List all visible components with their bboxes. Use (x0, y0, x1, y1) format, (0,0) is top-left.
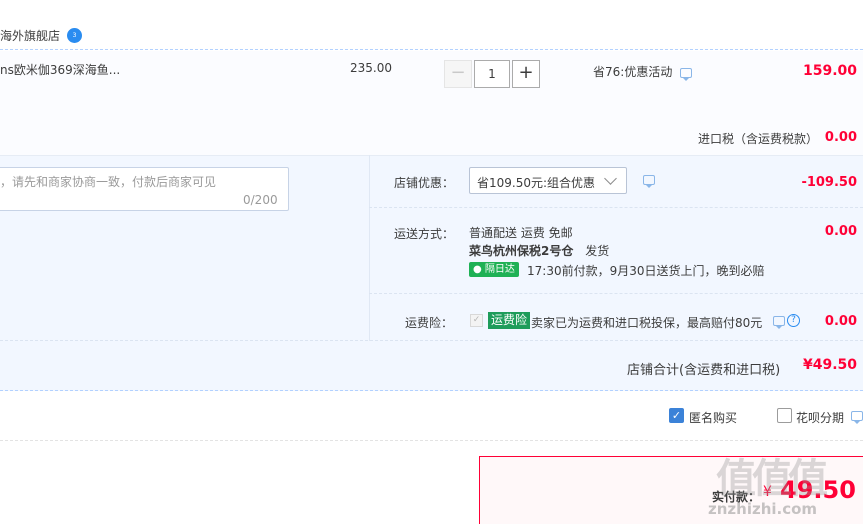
anonymous-purchase-checkbox[interactable]: ✓ (669, 408, 684, 423)
insurance-chat-icon[interactable] (773, 316, 785, 329)
shipping-insurance-badge: 运费险 (488, 312, 531, 329)
huabei-installment-label[interactable]: 花呗分期 (796, 409, 844, 426)
store-total-value: ¥49.50 (802, 357, 857, 373)
wangwang-icon[interactable]: 3 (67, 28, 82, 43)
shop-discount-value: -109.50 (801, 175, 857, 190)
quantity-input[interactable]: 1 (474, 60, 510, 88)
divider (0, 340, 863, 341)
divider (369, 293, 863, 294)
store-name-link[interactable]: 海外旗舰店 (0, 27, 60, 44)
shipping-insurance-label: 运费险： (405, 316, 454, 330)
discount-chat-icon[interactable] (643, 175, 655, 188)
next-day-badge-label: 隔日达 (484, 264, 515, 275)
shop-discount-label: 店铺优惠： (394, 176, 455, 190)
quantity-decrease-button[interactable]: − (444, 60, 472, 88)
anonymous-purchase-label[interactable]: 匿名购买 (689, 409, 737, 426)
shipping-method-text: 普通配送 运费 免邮 (469, 226, 573, 240)
clock-icon: ● (473, 264, 482, 275)
shipping-delivery-promise: 17:30前付款，9月30日送货上门，晚到必赔 (527, 264, 765, 278)
watermark-url: znzhizhi.com (708, 500, 818, 518)
item-promo-text: 省76:优惠活动 (593, 65, 673, 79)
shipping-warehouse-line: 菜鸟杭州保税2号仓 发货 (469, 242, 609, 259)
next-day-badge: ● 隔日达 (469, 262, 519, 277)
shop-discount-selected: 省109.50元:组合优惠 (477, 176, 596, 190)
huabei-installment-checkbox[interactable] (777, 408, 792, 423)
import-tax-label: 进口税（含运费税款） (698, 132, 819, 146)
buyer-message-counter: 0/200 (243, 193, 278, 207)
shipping-method-label: 运送方式： (394, 227, 455, 241)
promo-chat-icon[interactable] (680, 68, 692, 81)
store-header (0, 0, 863, 50)
shipping-warehouse: 菜鸟杭州保税2号仓 (469, 244, 574, 258)
shipping-dispatch: 发货 (585, 244, 610, 258)
store-total-label: 店铺合计(含运费和进口税) (627, 363, 781, 378)
quantity-increase-button[interactable]: + (512, 60, 540, 88)
item-title-link[interactable]: ns欧米伽369深海鱼... (0, 61, 120, 78)
divider (369, 207, 863, 208)
shipping-insurance-value: 0.00 (824, 314, 857, 329)
item-unit-price: 235.00 (350, 61, 392, 75)
shipping-fee-value: 0.00 (824, 224, 857, 239)
help-icon[interactable]: ? (787, 314, 800, 327)
divider (0, 440, 863, 441)
shipping-insurance-checkbox[interactable]: ✓ (470, 314, 483, 327)
import-tax-value: 0.00 (824, 130, 857, 145)
item-total-price: 159.00 (802, 63, 857, 79)
huabei-chat-icon[interactable] (851, 411, 863, 424)
shipping-insurance-text: 卖家已为运费和进口税投保，最高赔付80元 (531, 316, 763, 330)
watermark-logo: 值值值 (716, 456, 828, 502)
buyer-message-placeholder: ，请先和商家协商一致，付款后商家可见 (0, 175, 217, 189)
